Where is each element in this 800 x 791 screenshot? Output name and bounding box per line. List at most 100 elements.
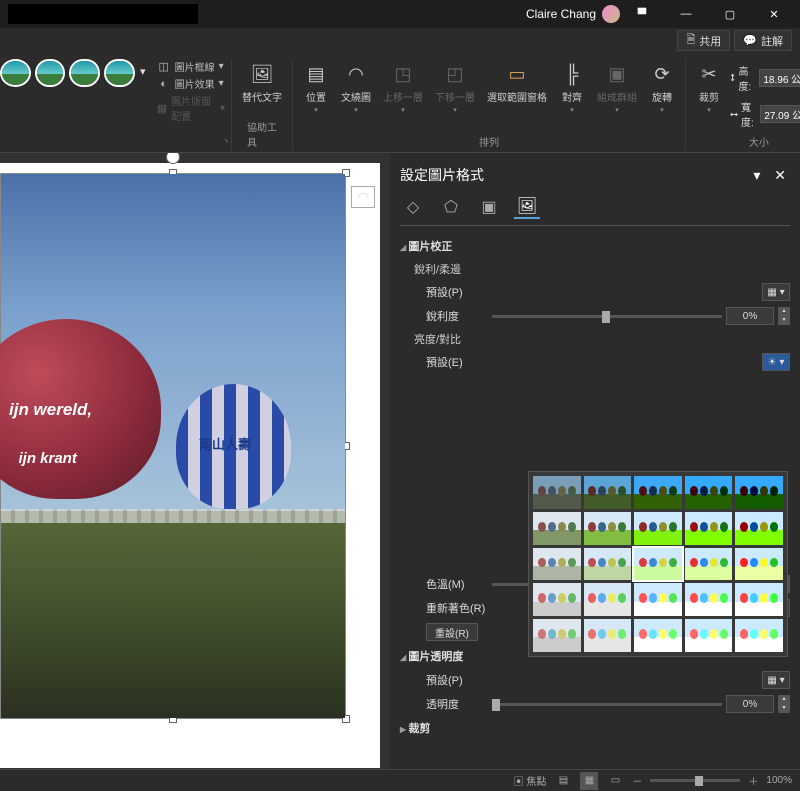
brightness-preset-cell[interactable] [533, 583, 581, 616]
brightness-preset-cell[interactable] [533, 512, 581, 545]
share-button[interactable]: 🗎 共用 [677, 30, 730, 51]
brightness-preset-cell[interactable] [735, 512, 783, 545]
brightness-preset-cell[interactable] [584, 476, 632, 509]
layout-options-button[interactable]: ◠ [351, 186, 375, 208]
comment-button[interactable]: 💬 註解 [734, 30, 792, 51]
pane-title: 設定圖片格式 [400, 165, 484, 185]
styles-more-button[interactable]: ▾ [139, 59, 147, 78]
pane-tabs: ◇ ⬠ ▣ 🖼 [400, 195, 790, 226]
brightness-preset-cell[interactable] [584, 512, 632, 545]
brightness-preset-cell[interactable] [584, 619, 632, 652]
tab-picture-icon[interactable]: 🖼 [514, 195, 540, 219]
zoom-value[interactable]: 100% [766, 775, 792, 786]
picture-border-button[interactable]: ◫圖片框線 ▾ [157, 59, 225, 74]
section-crop[interactable]: 裁剪 [400, 716, 790, 740]
zoom-in-button[interactable]: ＋ [748, 773, 758, 788]
brightness-preset-cell[interactable] [685, 476, 733, 509]
picture-style-thumb[interactable] [104, 59, 135, 87]
brightness-preset-cell[interactable] [584, 548, 632, 581]
height-icon: ⭥ [730, 73, 735, 84]
picture-style-thumb[interactable] [69, 59, 100, 87]
group-button: ▣組成群組▾ [593, 59, 641, 116]
format-picture-pane: 設定圖片格式 ▾ ✕ ◇ ⬠ ▣ 🖼 圖片校正 銳利/柔邊 預設(P) ▦ ▾ … [390, 153, 800, 769]
transparency-slider[interactable] [492, 703, 722, 706]
sharpness-slider[interactable] [492, 315, 722, 318]
view-readmode-button[interactable]: ▤ [554, 772, 572, 790]
sharpness-spinner[interactable]: ▴▾ [778, 307, 790, 325]
quick-actions-bar: 🗎 共用 💬 註解 [0, 28, 800, 53]
brightness-preset-cell[interactable] [735, 476, 783, 509]
rotate-handle[interactable] [166, 153, 180, 164]
brightness-preset-cell[interactable] [735, 548, 783, 581]
brightness-preset-cell[interactable] [735, 583, 783, 616]
picture-effects-button[interactable]: ◐圖片效果 ▾ [157, 76, 225, 91]
sharpen-preset-button[interactable]: ▦ ▾ [762, 283, 790, 301]
alt-text-button[interactable]: 🖼 替代文字 [238, 59, 286, 106]
bring-forward-button: ◳上移一層▾ [379, 59, 427, 116]
brightness-preset-button[interactable]: ☀ ▾ [762, 353, 790, 371]
brightness-preset-cell[interactable] [634, 476, 682, 509]
zoom-slider[interactable] [650, 779, 740, 782]
label-sharpness: 銳利度 [426, 308, 486, 324]
label-sharpen: 銳利/柔邊 [400, 258, 790, 280]
focus-mode-button[interactable]: ▣ 焦點 [514, 773, 547, 788]
rotate-button[interactable]: ⟳旋轉▾ [645, 59, 679, 116]
document-canvas[interactable]: ◠ 南山人壽 [0, 153, 390, 769]
brightness-preset-popup [528, 471, 788, 657]
sharpness-value[interactable]: 0% [726, 307, 774, 325]
user-account[interactable]: Claire Chang [526, 5, 620, 23]
crop-button[interactable]: ✂裁剪▾ [692, 59, 726, 116]
brightness-preset-cell[interactable] [685, 583, 733, 616]
transparency-spinner[interactable]: ▴▾ [778, 695, 790, 713]
pane-close-button[interactable]: ✕ [770, 167, 790, 183]
zoom-out-button[interactable]: － [632, 773, 642, 788]
ribbon-group-arrange: ▤位置▾ ◠文繞圖▾ ◳上移一層▾ ◰下移一層▾ ▭選取範圍窗格 ╠對齊▾ ▣組… [293, 59, 686, 151]
send-backward-button: ◰下移一層▾ [431, 59, 479, 116]
brightness-preset-cell[interactable] [685, 619, 733, 652]
brightness-preset-cell[interactable] [634, 512, 682, 545]
brightness-preset-cell[interactable] [735, 619, 783, 652]
label-temperature: 色溫(M) [426, 576, 486, 592]
minimize-button[interactable]: ― [664, 0, 708, 28]
close-button[interactable]: ✕ [752, 0, 796, 28]
brightness-preset-cell[interactable] [584, 583, 632, 616]
brightness-preset-cell[interactable] [533, 548, 581, 581]
tab-effects-icon[interactable]: ⬠ [438, 195, 464, 219]
transparency-preset-button[interactable]: ▦ ▾ [762, 671, 790, 689]
brightness-preset-cell[interactable] [533, 619, 581, 652]
title-bar: Claire Chang ▝▘ ― ▢ ✕ [0, 0, 800, 28]
picture-style-thumb[interactable] [0, 59, 31, 87]
width-icon: ⭤ [730, 109, 738, 120]
width-input[interactable] [760, 105, 800, 123]
label-recolor: 重新著色(R) [426, 600, 506, 616]
selection-pane-button[interactable]: ▭選取範圍窗格 [483, 59, 551, 106]
section-picture-corrections[interactable]: 圖片校正 [400, 234, 790, 258]
selected-image[interactable]: ◠ 南山人壽 [0, 173, 346, 719]
brightness-preset-cell[interactable] [533, 476, 581, 509]
tab-size-icon[interactable]: ▣ [476, 195, 502, 219]
brightness-preset-cell[interactable] [685, 548, 733, 581]
image-content: 南山人壽 [1, 174, 345, 718]
transparency-value[interactable]: 0% [726, 695, 774, 713]
brightness-preset-cell[interactable] [634, 619, 682, 652]
view-web-button[interactable]: ▭ [606, 772, 624, 790]
tab-fill-icon[interactable]: ◇ [400, 195, 426, 219]
brightness-preset-cell[interactable] [634, 583, 682, 616]
title-search-input[interactable] [8, 4, 198, 24]
ribbon: ▾ ◫圖片框線 ▾ ◐圖片效果 ▾ ▦圖片版面配置 ▾ ⸌ 🖼 替代文字 協助工… [0, 53, 800, 153]
view-print-button[interactable]: ▦ [580, 772, 598, 790]
balloon-text: 南山人壽 [199, 434, 251, 453]
text-wrap-button[interactable]: ◠文繞圖▾ [337, 59, 375, 116]
picture-style-thumb[interactable] [35, 59, 66, 87]
position-button[interactable]: ▤位置▾ [299, 59, 333, 116]
align-button[interactable]: ╠對齊▾ [555, 59, 589, 116]
height-label: 高度: [738, 63, 756, 93]
brightness-preset-cell[interactable] [685, 512, 733, 545]
label-trans-preset: 預設(P) [426, 672, 486, 688]
reset-button[interactable]: 重設(R) [426, 623, 478, 641]
brightness-preset-cell[interactable] [634, 548, 682, 581]
ribbon-options-button[interactable]: ▝▘ [620, 0, 664, 28]
maximize-button[interactable]: ▢ [708, 0, 752, 28]
height-input[interactable] [759, 69, 800, 87]
pane-menu-button[interactable]: ▾ [747, 167, 766, 183]
